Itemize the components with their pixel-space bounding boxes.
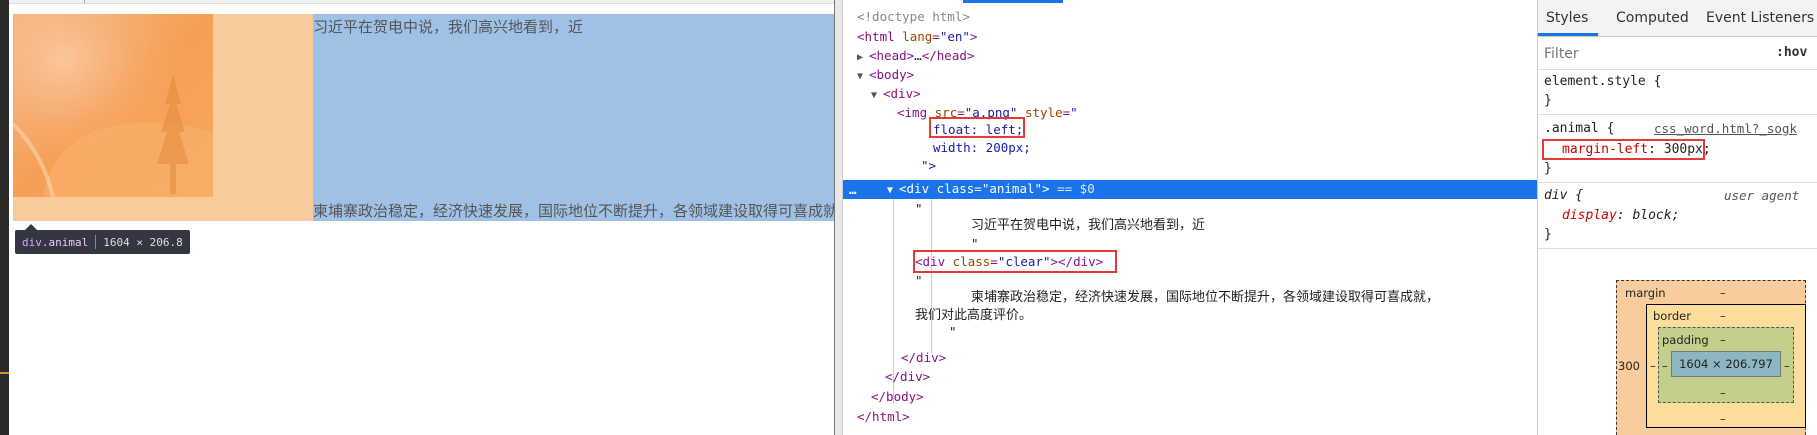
inspect-tooltip: div .animal 1604 × 206.8	[15, 224, 190, 254]
box-model-margin-label: margin	[1625, 286, 1666, 300]
text-node-quote-1: "	[915, 201, 923, 216]
close-body[interactable]: </body>	[871, 388, 924, 406]
div-ua-selector: div {	[1544, 188, 1584, 203]
collapse-triangle-icon[interactable]: ▼	[871, 87, 883, 105]
box-model-border-label: border	[1653, 309, 1691, 323]
img-style-width[interactable]: width: 200px;	[933, 139, 1031, 157]
text-node-1[interactable]: 习近平在贺电中说，我们高兴地看到，近	[971, 217, 1205, 235]
expand-triangle-icon[interactable]: ▶	[857, 49, 869, 67]
text-node-2[interactable]: 柬埔寨政治稳定，经济快速发展，国际地位不断提升，各领域建设取得可喜成就，	[971, 289, 1439, 307]
box-model-content[interactable]: 1604 × 206.797	[1671, 351, 1781, 377]
styles-pane: Styles Computed Event Listeners :hov ele…	[1537, 0, 1817, 435]
hov-toggle[interactable]: :hov	[1776, 45, 1807, 60]
elements-tab-indicator	[963, 0, 1063, 3]
floated-image	[13, 14, 213, 197]
text-node-quote-4: "	[949, 324, 957, 339]
styles-tabbar: Styles Computed Event Listeners	[1538, 0, 1817, 37]
text-node-quote-3: "	[915, 273, 923, 288]
animal-rule-close: }	[1544, 161, 1552, 176]
img-style-close: ">	[921, 158, 937, 173]
animal-rule-source-link[interactable]: css_word.html?_sogk	[1654, 121, 1797, 136]
text-node-2-cont[interactable]: 我们对此高度评价。	[915, 307, 1032, 325]
devtools-splitter[interactable]	[834, 0, 843, 435]
float-highlight-box	[929, 117, 1025, 138]
more-options-icon[interactable]: …	[849, 180, 857, 199]
filter-input[interactable]	[1542, 42, 1756, 66]
animal-rule-selector[interactable]: .animal {	[1544, 121, 1614, 136]
tooltip-class: .animal	[41, 235, 89, 249]
element-style-rule[interactable]: element.style {	[1544, 74, 1661, 89]
window-left-edge	[0, 0, 9, 435]
page-text-line-2: 柬埔寨政治稳定，经济快速发展，国际地位不断提升，各领域建设取得可喜成就，我们对此…	[313, 202, 834, 220]
collapse-triangle-icon[interactable]: ▼	[887, 182, 899, 200]
doctype-node[interactable]: <!doctype html>	[857, 8, 970, 26]
tooltip-tag: div	[22, 235, 42, 249]
display-declaration: display: block;	[1562, 208, 1680, 223]
selected-animal-node[interactable]: … ▼ <div class="animal"> == $0	[843, 180, 1537, 199]
body-node[interactable]: ▼ <body>	[857, 66, 914, 84]
element-style-close: }	[1544, 93, 1552, 108]
collapse-triangle-icon[interactable]: ▼	[857, 68, 869, 86]
tab-computed[interactable]: Computed	[1616, 10, 1689, 26]
html-node[interactable]: <html lang="en">	[857, 28, 977, 46]
user-agent-label: user agent	[1724, 188, 1800, 203]
tab-event-listeners[interactable]: Event Listeners	[1706, 10, 1814, 26]
elements-panel: <!doctype html> <html lang="en"> ▶ <head>…	[843, 0, 1537, 435]
page-text-line-1: 习近平在贺电中说，我们高兴地看到，近	[313, 18, 584, 36]
box-model-padding-label: padding	[1662, 333, 1709, 347]
filter-row: :hov	[1538, 37, 1817, 70]
page-viewport: 习近平在贺电中说，我们高兴地看到，近 柬埔寨政治稳定，经济快速发展，国际地位不断…	[0, 0, 834, 435]
clear-highlight-box	[913, 250, 1117, 273]
box-model-margin-left-value[interactable]: 300	[1618, 359, 1640, 373]
content-highlight-overlay	[313, 14, 834, 221]
div-ua-close: }	[1544, 227, 1552, 242]
margin-left-highlight-box	[1542, 139, 1705, 160]
div-node[interactable]: ▼ <div>	[871, 85, 921, 103]
head-node[interactable]: ▶ <head>…</head>	[857, 47, 974, 65]
page-top-scrollbar[interactable]	[9, 0, 834, 4]
close-div-inner[interactable]: </div>	[901, 349, 946, 367]
tab-styles[interactable]: Styles	[1546, 10, 1588, 26]
close-html[interactable]: </html>	[857, 408, 910, 426]
close-div-outer[interactable]: </div>	[885, 368, 930, 386]
tooltip-size: 1604 × 206.8	[103, 235, 183, 249]
